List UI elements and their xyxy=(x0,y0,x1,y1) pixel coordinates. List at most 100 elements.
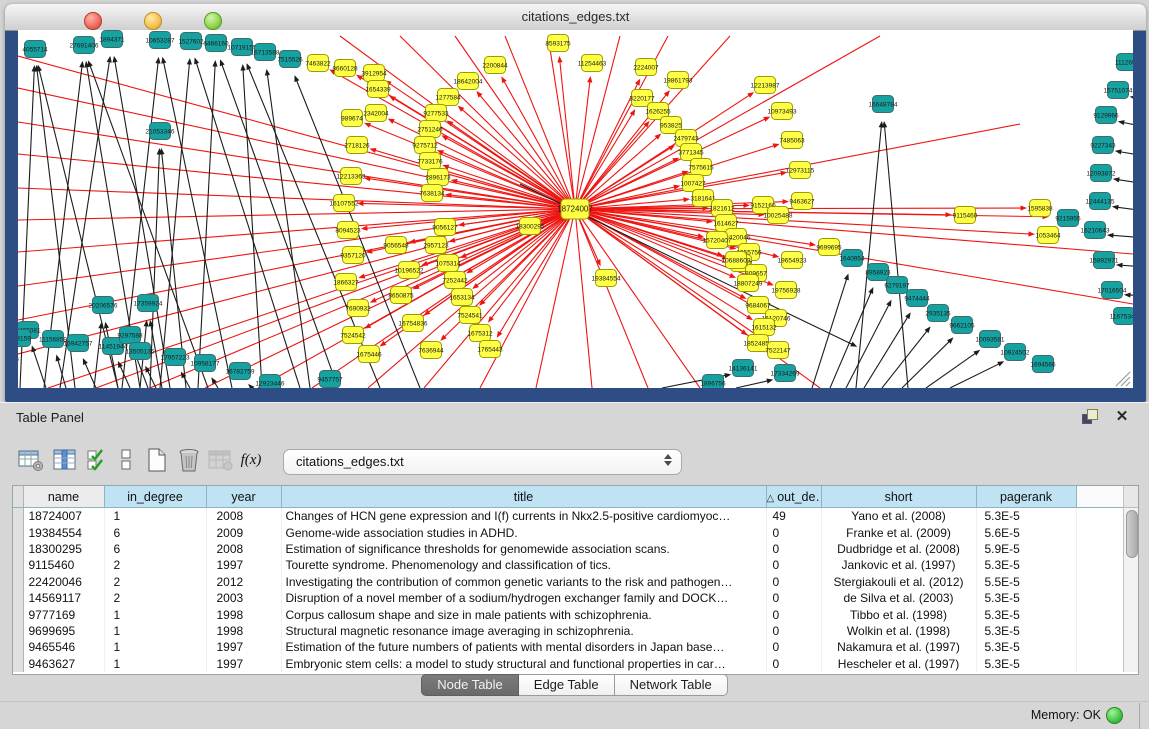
table-cell[interactable]: 5.3E-5 xyxy=(976,623,1076,639)
table-row[interactable]: 1938455462009Genome-wide association stu… xyxy=(13,524,1123,540)
table-cell[interactable]: 1998 xyxy=(206,623,281,639)
table-cell[interactable]: 1 xyxy=(104,623,206,639)
close-panel-icon[interactable]: ✕ xyxy=(1113,409,1131,425)
table-cell[interactable]: 2 xyxy=(104,557,206,573)
table-cell[interactable]: Corpus callosum shape and size in male p… xyxy=(281,606,766,622)
table-cell[interactable]: 2009 xyxy=(206,524,281,540)
table-cell[interactable] xyxy=(1076,557,1123,573)
table-cell[interactable]: 14569117 xyxy=(23,590,104,606)
table-row[interactable]: 1456911722003Disruption of a novel membe… xyxy=(13,590,1123,606)
table-cell[interactable]: 0 xyxy=(766,574,821,590)
table-cell[interactable] xyxy=(1076,508,1123,525)
table-cell[interactable]: Wolkin et al. (1998) xyxy=(821,623,976,639)
table-cell[interactable]: 9463627 xyxy=(23,656,104,672)
table-cell[interactable]: 1997 xyxy=(206,656,281,672)
table-cell[interactable]: 6 xyxy=(104,541,206,557)
table-cell[interactable]: 5.3E-5 xyxy=(976,656,1076,672)
network-window-titlebar[interactable]: citations_edges.txt xyxy=(5,4,1146,31)
table-cell[interactable]: 0 xyxy=(766,656,821,672)
unselect-all-icon[interactable] xyxy=(112,445,142,475)
table-cell[interactable]: 18300295 xyxy=(23,541,104,557)
table-cell[interactable]: Tourette syndrome. Phenomenology and cla… xyxy=(281,557,766,573)
table-cell[interactable]: 18724007 xyxy=(23,508,104,525)
column-header-pagerank[interactable]: pagerank xyxy=(976,486,1076,508)
table-cell[interactable]: 2 xyxy=(104,590,206,606)
table-cell[interactable]: Estimation of the future numbers of pati… xyxy=(281,639,766,655)
table-cell[interactable]: 0 xyxy=(766,590,821,606)
tab-network-table[interactable]: Network Table xyxy=(615,674,728,696)
table-mode-icon[interactable] xyxy=(16,445,46,475)
delete-table-icon[interactable] xyxy=(206,445,236,475)
table-cell[interactable]: 2012 xyxy=(206,574,281,590)
table-cell[interactable]: 1 xyxy=(104,656,206,672)
table-cell[interactable]: 1 xyxy=(104,508,206,525)
table-vertical-scrollbar[interactable] xyxy=(1123,486,1138,672)
table-cell[interactable]: Changes of HCN gene expression and I(f) … xyxy=(281,508,766,525)
table-cell[interactable]: 2008 xyxy=(206,508,281,525)
table-cell[interactable]: Jankovic et al. (1997) xyxy=(821,557,976,573)
table-cell[interactable]: Structural magnetic resonance image aver… xyxy=(281,623,766,639)
table-cell[interactable] xyxy=(1076,590,1123,606)
table-cell[interactable]: 22420046 xyxy=(23,574,104,590)
table-selector-dropdown[interactable]: citations_edges.txt xyxy=(283,449,682,475)
table-row[interactable]: 1872400712008Changes of HCN gene express… xyxy=(13,508,1123,525)
table-cell[interactable]: Disruption of a novel member of a sodium… xyxy=(281,590,766,606)
table-cell[interactable]: Franke et al. (2009) xyxy=(821,524,976,540)
table-cell[interactable]: Estimation of significance thresholds fo… xyxy=(281,541,766,557)
table-cell[interactable] xyxy=(1076,606,1123,622)
create-column-icon[interactable] xyxy=(142,445,172,475)
function-builder-icon[interactable]: f(x) xyxy=(236,445,266,475)
table-cell[interactable]: 1 xyxy=(104,606,206,622)
column-header-out_de…[interactable]: △out_de… xyxy=(766,486,821,508)
tab-edge-table[interactable]: Edge Table xyxy=(519,674,615,696)
show-columns-icon[interactable] xyxy=(50,445,80,475)
table-row[interactable]: 946554611997Estimation of the future num… xyxy=(13,639,1123,655)
table-cell[interactable]: 5.3E-5 xyxy=(976,606,1076,622)
table-row[interactable]: 946362711997Embryonic stem cells: a mode… xyxy=(13,656,1123,672)
table-row[interactable]: 977716911998Corpus callosum shape and si… xyxy=(13,606,1123,622)
table-row[interactable]: 969969511998Structural magnetic resonanc… xyxy=(13,623,1123,639)
table-cell[interactable]: 5.9E-5 xyxy=(976,541,1076,557)
table-cell[interactable]: 1998 xyxy=(206,606,281,622)
table-cell[interactable]: 1997 xyxy=(206,639,281,655)
table-cell[interactable]: Embryonic stem cells: a model to study s… xyxy=(281,656,766,672)
network-canvas[interactable]: 4055714276914061894371106532871527602646… xyxy=(18,30,1133,388)
column-header-title[interactable]: title xyxy=(281,486,766,508)
table-cell[interactable]: 9115460 xyxy=(23,557,104,573)
table-cell[interactable] xyxy=(1076,524,1123,540)
resize-grip-icon[interactable] xyxy=(1126,382,1130,386)
table-cell[interactable]: 2008 xyxy=(206,541,281,557)
scrollbar-thumb[interactable] xyxy=(1126,510,1138,558)
table-cell[interactable]: Investigating the contribution of common… xyxy=(281,574,766,590)
table-cell[interactable]: 5.5E-5 xyxy=(976,574,1076,590)
column-header-year[interactable]: year xyxy=(206,486,281,508)
column-header-short[interactable]: short xyxy=(821,486,976,508)
table-cell[interactable]: Yano et al. (2008) xyxy=(821,508,976,525)
table-cell[interactable]: 5.6E-5 xyxy=(976,524,1076,540)
table-cell[interactable] xyxy=(1076,623,1123,639)
table-cell[interactable]: 0 xyxy=(766,541,821,557)
table-cell[interactable]: Tibbo et al. (1998) xyxy=(821,606,976,622)
table-cell[interactable]: Hescheler et al. (1997) xyxy=(821,656,976,672)
table-cell[interactable]: Stergiakouli et al. (2012) xyxy=(821,574,976,590)
table-cell[interactable]: 0 xyxy=(766,557,821,573)
table-cell[interactable]: 0 xyxy=(766,524,821,540)
delete-column-icon[interactable] xyxy=(174,445,204,475)
table-cell[interactable]: Nakamura et al. (1997) xyxy=(821,639,976,655)
table-cell[interactable] xyxy=(1076,574,1123,590)
table-cell[interactable]: 9465546 xyxy=(23,639,104,655)
table-cell[interactable]: 9777169 xyxy=(23,606,104,622)
table-cell[interactable]: 5.3E-5 xyxy=(976,508,1076,525)
table-cell[interactable]: de Silva et al. (2003) xyxy=(821,590,976,606)
table-cell[interactable]: 19384554 xyxy=(23,524,104,540)
table-cell[interactable] xyxy=(1076,639,1123,655)
table-cell[interactable]: 9699695 xyxy=(23,623,104,639)
select-all-icon[interactable] xyxy=(83,445,113,475)
table-cell[interactable]: 1997 xyxy=(206,557,281,573)
column-header-in_degree[interactable]: in_degree xyxy=(104,486,206,508)
table-row[interactable]: 1830029562008Estimation of significance … xyxy=(13,541,1123,557)
column-header-name[interactable]: name xyxy=(23,486,104,508)
table-cell[interactable]: Genome-wide association studies in ADHD. xyxy=(281,524,766,540)
table-cell[interactable] xyxy=(1076,541,1123,557)
table-cell[interactable]: 0 xyxy=(766,623,821,639)
